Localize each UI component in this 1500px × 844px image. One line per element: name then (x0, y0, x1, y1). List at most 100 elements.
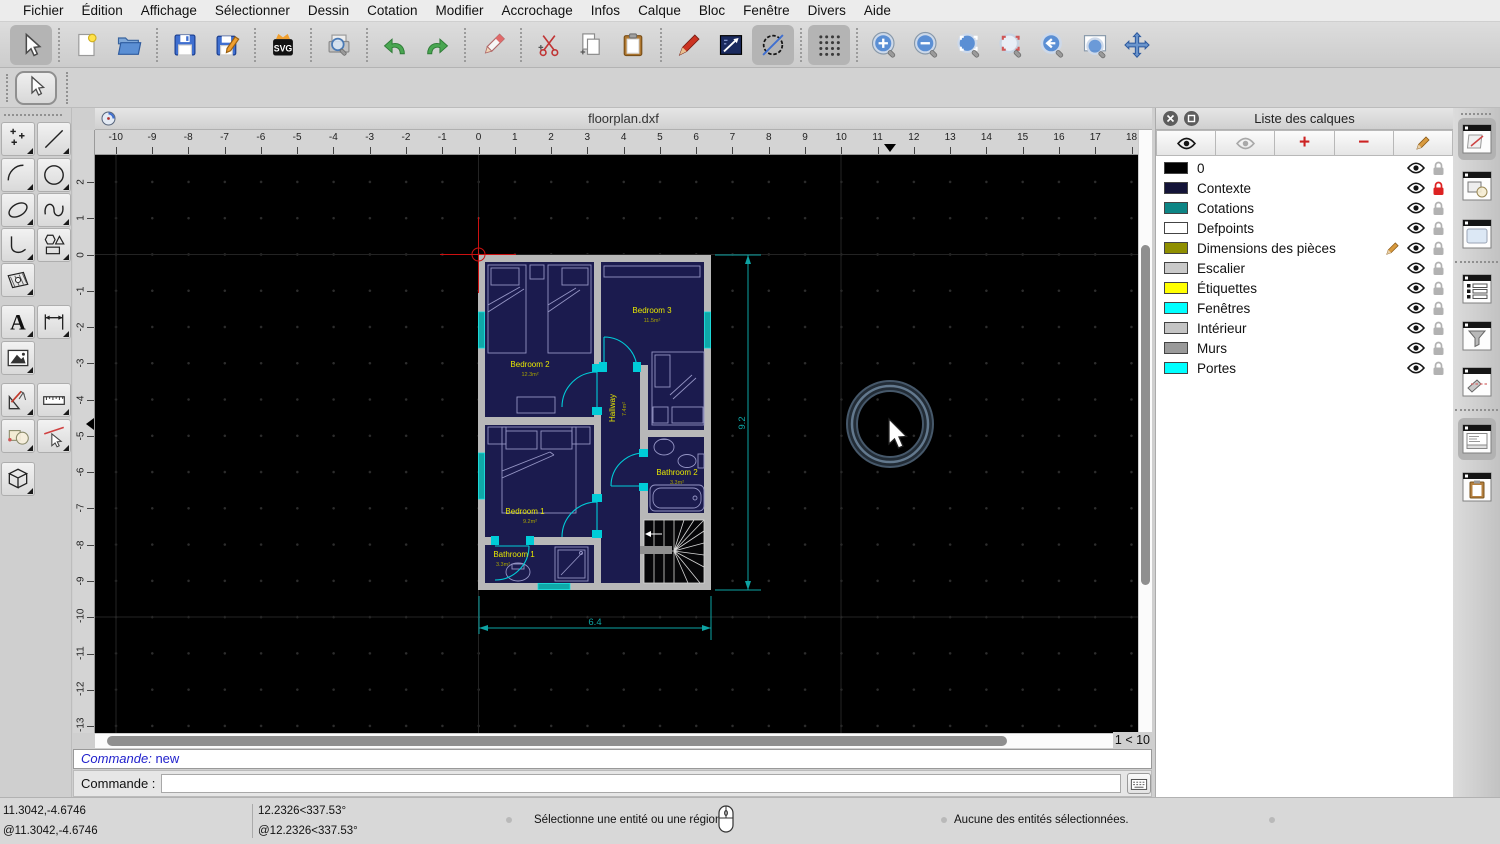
svg-export-button[interactable]: SVG (262, 25, 304, 65)
layer-row-0[interactable]: 0 (1156, 158, 1453, 178)
dock-drag-handle[interactable] (1461, 113, 1491, 115)
layer-row-8[interactable]: Intérieur (1156, 318, 1453, 338)
cut-button[interactable] (528, 25, 570, 65)
menu-item-11[interactable]: Fenêtre (734, 0, 799, 22)
menu-item-9[interactable]: Calque (629, 0, 690, 22)
arc-tool[interactable] (1, 158, 35, 192)
layer-visibility-eye-icon[interactable] (1407, 162, 1425, 174)
layer-lock-icon[interactable] (1432, 261, 1445, 276)
layer-visibility-eye-icon[interactable] (1407, 282, 1425, 294)
polyline-tool[interactable] (1, 228, 35, 262)
menu-item-13[interactable]: Aide (855, 0, 900, 22)
menu-item-12[interactable]: Divers (799, 0, 855, 22)
layer-visibility-eye-icon[interactable] (1407, 322, 1425, 334)
zoom-redraw-button[interactable] (990, 25, 1032, 65)
menu-item-0[interactable]: Fichier (14, 0, 73, 22)
print-preview-button[interactable] (318, 25, 360, 65)
new-document-button[interactable] (66, 25, 108, 65)
save-as-button[interactable] (206, 25, 248, 65)
show-all-layers-button[interactable] (1156, 130, 1217, 156)
dimension-tool[interactable] (37, 305, 71, 339)
menu-item-3[interactable]: Sélectionner (206, 0, 299, 22)
layer-visibility-eye-icon[interactable] (1407, 242, 1425, 254)
points-tool[interactable] (1, 122, 35, 156)
layer-row-9[interactable]: Murs (1156, 338, 1453, 358)
keyboard-toggle-button[interactable] (1127, 773, 1151, 794)
grid-toggle-button[interactable] (808, 24, 850, 65)
block-list-widget-button[interactable] (1458, 165, 1496, 207)
layer-lock-icon[interactable] (1432, 361, 1445, 376)
layer-row-4[interactable]: Dimensions des pièces (1156, 238, 1453, 258)
edit-layer-button[interactable] (1393, 130, 1454, 156)
layer-lock-icon[interactable] (1432, 281, 1445, 296)
line-tool[interactable] (37, 122, 71, 156)
spline-tool[interactable] (37, 193, 71, 227)
layer-lock-icon[interactable] (1432, 201, 1445, 216)
select-tool-button[interactable] (10, 24, 52, 65)
undo-button[interactable] (374, 25, 416, 65)
zoom-pan-button[interactable] (1116, 25, 1158, 65)
canvas-vertical-scrollbar[interactable] (1138, 130, 1152, 736)
attributes-button[interactable] (710, 25, 752, 65)
menu-item-8[interactable]: Infos (582, 0, 629, 22)
delete-entity-tool[interactable] (37, 419, 71, 453)
layer-row-10[interactable]: Portes (1156, 358, 1453, 378)
layer-lock-icon[interactable] (1432, 221, 1445, 236)
toolbox-drag-handle[interactable] (4, 114, 62, 116)
add-layer-button[interactable]: + (1275, 130, 1335, 156)
layer-visibility-eye-icon[interactable] (1407, 202, 1425, 214)
menu-item-6[interactable]: Modifier (426, 0, 492, 22)
layer-lock-icon[interactable] (1432, 321, 1445, 336)
horizontal-scrollbar-thumb[interactable] (107, 736, 1007, 746)
circle-tool[interactable] (37, 158, 71, 192)
layer-visibility-eye-icon[interactable] (1407, 222, 1425, 234)
layer-lock-icon[interactable] (1432, 301, 1445, 316)
menu-item-1[interactable]: Édition (73, 0, 132, 22)
order-tool[interactable] (1, 419, 35, 453)
zoom-in-button[interactable] (864, 25, 906, 65)
library-widget-button[interactable] (1458, 213, 1496, 255)
modify-tool[interactable] (1, 383, 35, 417)
layer-visibility-eye-icon[interactable] (1407, 262, 1425, 274)
save-button[interactable] (164, 25, 206, 65)
layer-row-2[interactable]: Cotations (1156, 198, 1453, 218)
layer-row-7[interactable]: Fenêtres (1156, 298, 1453, 318)
redo-button[interactable] (416, 25, 458, 65)
canvas-horizontal-scrollbar[interactable] (95, 733, 1115, 748)
zoom-previous-button[interactable] (1032, 25, 1074, 65)
layer-visibility-eye-icon[interactable] (1407, 342, 1425, 354)
layer-row-5[interactable]: Escalier (1156, 258, 1453, 278)
menu-item-7[interactable]: Accrochage (492, 0, 581, 22)
menu-item-2[interactable]: Affichage (132, 0, 206, 22)
eraser-button[interactable] (472, 25, 514, 65)
measure-tool[interactable] (37, 383, 71, 417)
ellipse-tool[interactable] (1, 193, 35, 227)
layer-row-3[interactable]: Defpoints (1156, 218, 1453, 238)
filter-widget-button[interactable] (1458, 315, 1496, 357)
image-tool[interactable] (1, 341, 35, 375)
shapes-tool[interactable] (37, 228, 71, 262)
open-file-button[interactable] (108, 25, 150, 65)
layer-visibility-eye-icon[interactable] (1407, 302, 1425, 314)
hide-all-layers-button[interactable] (1216, 130, 1276, 156)
copy-button[interactable] (570, 25, 612, 65)
layer-lock-icon[interactable] (1432, 181, 1445, 196)
layer-visibility-eye-icon[interactable] (1407, 182, 1425, 194)
menu-item-5[interactable]: Cotation (358, 0, 426, 22)
layer-list-widget-button[interactable] (1458, 118, 1496, 160)
pen-button[interactable] (668, 25, 710, 65)
zoom-out-button[interactable] (906, 25, 948, 65)
command-input[interactable] (161, 774, 1122, 793)
layer-lock-icon[interactable] (1432, 241, 1445, 256)
drawing-canvas[interactable]: Bedroom 2 12.3m² Bedroom 3 11.5m² Hallwa… (95, 155, 1138, 733)
selection-tool-button[interactable] (15, 71, 57, 105)
menu-item-10[interactable]: Bloc (690, 0, 734, 22)
solid-3d-tool[interactable] (1, 462, 35, 496)
command-widget-button[interactable] (1458, 418, 1496, 460)
text-tool[interactable]: A (1, 305, 35, 339)
layer-lock-icon[interactable] (1432, 341, 1445, 356)
zoom-window-button[interactable] (1074, 25, 1116, 65)
remove-layer-button[interactable]: − (1334, 130, 1394, 156)
layer-lock-icon[interactable] (1432, 161, 1445, 176)
hatch-tool[interactable] (1, 263, 35, 297)
